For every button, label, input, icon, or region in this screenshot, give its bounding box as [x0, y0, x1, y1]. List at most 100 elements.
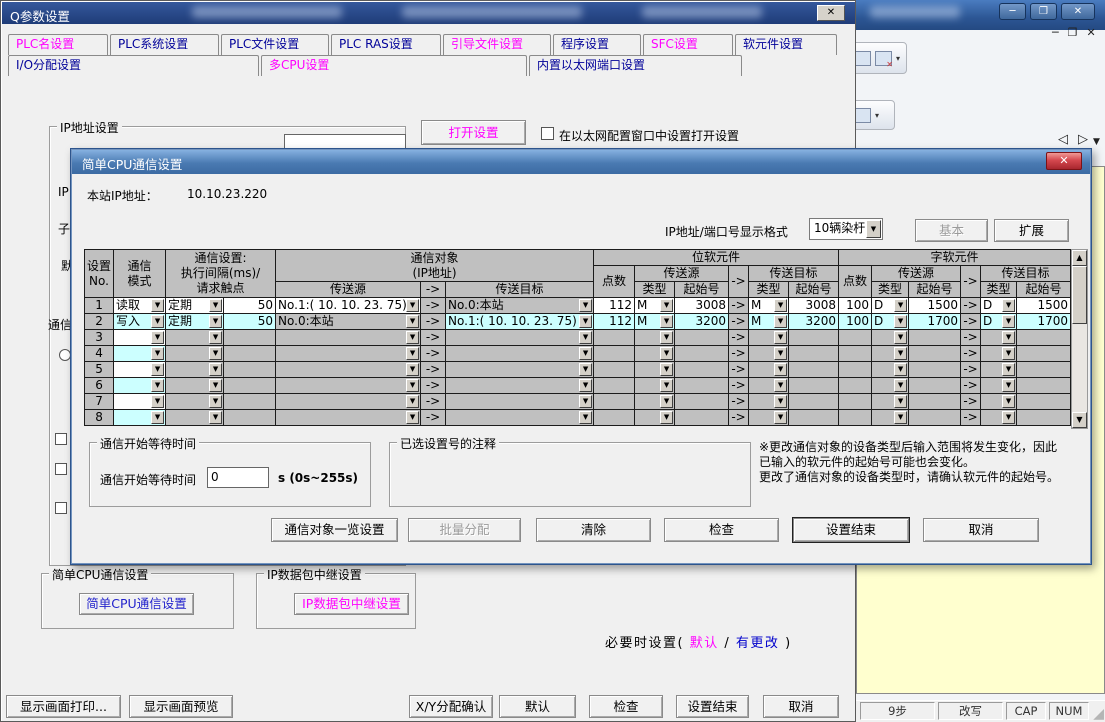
- display-format-select[interactable]: 10辆染杅 ▼: [809, 218, 883, 240]
- inner-button-4[interactable]: 设置结束: [793, 518, 909, 542]
- chevron-down-icon[interactable]: ▼: [406, 395, 419, 408]
- tab-boot-file[interactable]: 引导文件设置: [443, 34, 551, 55]
- tab-io-assignment[interactable]: I/O分配设置: [8, 55, 259, 76]
- cell-r7-word_dst_start[interactable]: [1017, 394, 1071, 410]
- cell-r5-bit_src_start[interactable]: [675, 362, 729, 378]
- cell-r1-word_dst_start[interactable]: 1500: [1017, 298, 1071, 314]
- chevron-down-icon[interactable]: ▼: [151, 331, 164, 344]
- cell-r1-setting[interactable]: 定期▼: [166, 298, 224, 314]
- cell-r6-setting[interactable]: ▼: [166, 378, 224, 394]
- chevron-down-icon[interactable]: ▼: [1002, 331, 1015, 344]
- cell-r2-word_dst_start[interactable]: 1700: [1017, 314, 1071, 330]
- cell-r5-dst_ip[interactable]: ▼: [446, 362, 594, 378]
- cell-r6-word_points[interactable]: [839, 378, 872, 394]
- cell-r7-bit_src_type[interactable]: ▼: [635, 394, 675, 410]
- cell-r2-mode[interactable]: 写入▼: [114, 314, 166, 330]
- cell-r1-bit_dst_start[interactable]: 3008: [789, 298, 839, 314]
- cell-r6-word_src_type[interactable]: ▼: [872, 378, 909, 394]
- cell-r3-bit_src_type[interactable]: ▼: [635, 330, 675, 346]
- cell-r8-bit_points[interactable]: [594, 410, 635, 426]
- chevron-down-icon[interactable]: ▼: [1002, 363, 1015, 376]
- cell-r2-bit_src_start[interactable]: 3200: [675, 314, 729, 330]
- tab-plc-system[interactable]: PLC系统设置: [110, 34, 219, 55]
- cell-r8-word_src_start[interactable]: [909, 410, 961, 426]
- cell-r1-bit_src_start[interactable]: 3008: [675, 298, 729, 314]
- chevron-down-icon[interactable]: ▼: [660, 315, 673, 328]
- cell-r4-bit_points[interactable]: [594, 346, 635, 362]
- chevron-down-icon[interactable]: ▼: [151, 347, 164, 360]
- cell-r3-word_src_start[interactable]: [909, 330, 961, 346]
- cell-r1-interval[interactable]: 50: [224, 298, 276, 314]
- chevron-down-icon[interactable]: ▼: [209, 299, 222, 312]
- cell-r5-word_dst_type[interactable]: ▼: [981, 362, 1017, 378]
- cell-r1-bit_dst_type[interactable]: M▼: [749, 298, 789, 314]
- chevron-down-icon[interactable]: ▼: [660, 411, 673, 424]
- extended-button[interactable]: 扩展: [994, 219, 1069, 242]
- cell-r5-bit_src_type[interactable]: ▼: [635, 362, 675, 378]
- cell-r4-src_ip[interactable]: ▼: [276, 346, 421, 362]
- cell-r8-dst_ip[interactable]: ▼: [446, 410, 594, 426]
- cell-r5-setting[interactable]: ▼: [166, 362, 224, 378]
- cell-r2-word_src_start[interactable]: 1700: [909, 314, 961, 330]
- scroll-down-icon[interactable]: ▼: [1072, 412, 1087, 428]
- cell-r8-word_dst_start[interactable]: [1017, 410, 1071, 426]
- maximize-button[interactable]: ❐: [1030, 3, 1057, 20]
- cell-r6-bit_dst_type[interactable]: ▼: [749, 378, 789, 394]
- chevron-down-icon[interactable]: ▼: [579, 411, 592, 424]
- outer-button-6[interactable]: 取消: [763, 695, 839, 718]
- cell-r7-word_src_start[interactable]: [909, 394, 961, 410]
- chevron-down-icon[interactable]: ▼: [660, 363, 673, 376]
- cell-r6-bit_src_start[interactable]: [675, 378, 729, 394]
- cell-r6-dst_ip[interactable]: ▼: [446, 378, 594, 394]
- note-default[interactable]: 默认: [690, 636, 719, 651]
- inner-button-5[interactable]: 取消: [923, 518, 1039, 542]
- cell-r5-word_src_type[interactable]: ▼: [872, 362, 909, 378]
- chevron-down-icon[interactable]: ▼: [894, 315, 907, 328]
- outer-button-0[interactable]: 显示画面打印...: [6, 695, 121, 718]
- cell-r5-bit_points[interactable]: [594, 362, 635, 378]
- mdi-minimize-icon[interactable]: ─: [1052, 26, 1059, 39]
- chevron-down-icon[interactable]: ▼: [209, 411, 222, 424]
- cell-r4-setting[interactable]: ▼: [166, 346, 224, 362]
- cell-r2-bit_src_type[interactable]: M▼: [635, 314, 675, 330]
- cell-r2-interval[interactable]: 50: [224, 314, 276, 330]
- chevron-down-icon[interactable]: ▼: [1002, 347, 1015, 360]
- resize-grip[interactable]: ◢: [1093, 706, 1104, 722]
- cell-r3-src_ip[interactable]: ▼: [276, 330, 421, 346]
- cell-r8-bit_src_start[interactable]: [675, 410, 729, 426]
- chevron-down-icon[interactable]: ▼: [866, 220, 881, 238]
- cell-r4-word_src_start[interactable]: [909, 346, 961, 362]
- cell-r2-word_points[interactable]: 100: [839, 314, 872, 330]
- cell-r3-word_points[interactable]: [839, 330, 872, 346]
- outer-button-1[interactable]: 显示画面预览: [129, 695, 233, 718]
- scrollbar-thumb[interactable]: [1072, 266, 1087, 324]
- cell-r5-bit_dst_start[interactable]: [789, 362, 839, 378]
- cell-r5-word_dst_start[interactable]: [1017, 362, 1071, 378]
- chevron-down-icon[interactable]: ▼: [774, 299, 787, 312]
- outer-button-4[interactable]: 检查: [589, 695, 663, 718]
- cell-r6-word_dst_start[interactable]: [1017, 378, 1071, 394]
- minimize-button[interactable]: ─: [999, 3, 1026, 20]
- cell-r1-bit_points[interactable]: 112: [594, 298, 635, 314]
- cell-r8-interval[interactable]: [224, 410, 276, 426]
- cell-r7-word_points[interactable]: [839, 394, 872, 410]
- cell-r4-word_dst_start[interactable]: [1017, 346, 1071, 362]
- cell-r5-bit_dst_type[interactable]: ▼: [749, 362, 789, 378]
- cell-r4-word_src_type[interactable]: ▼: [872, 346, 909, 362]
- cell-r7-mode[interactable]: ▼: [114, 394, 166, 410]
- close-button[interactable]: ✕: [1061, 3, 1095, 20]
- cell-r3-word_dst_start[interactable]: [1017, 330, 1071, 346]
- mdi-close-icon[interactable]: ✕: [1087, 26, 1096, 39]
- chevron-down-icon[interactable]: ▼: [774, 395, 787, 408]
- chevron-down-icon[interactable]: ▼: [406, 347, 419, 360]
- cell-r8-bit_src_type[interactable]: ▼: [635, 410, 675, 426]
- outer-button-3[interactable]: 默认: [499, 695, 576, 718]
- chevron-down-icon[interactable]: ▼: [151, 395, 164, 408]
- cell-r4-dst_ip[interactable]: ▼: [446, 346, 594, 362]
- option-checkbox[interactable]: [55, 463, 67, 475]
- cell-r6-word_dst_type[interactable]: ▼: [981, 378, 1017, 394]
- cell-r3-bit_src_start[interactable]: [675, 330, 729, 346]
- cell-r6-interval[interactable]: [224, 378, 276, 394]
- chevron-down-icon[interactable]: ▼: [151, 299, 164, 312]
- cell-r7-src_ip[interactable]: ▼: [276, 394, 421, 410]
